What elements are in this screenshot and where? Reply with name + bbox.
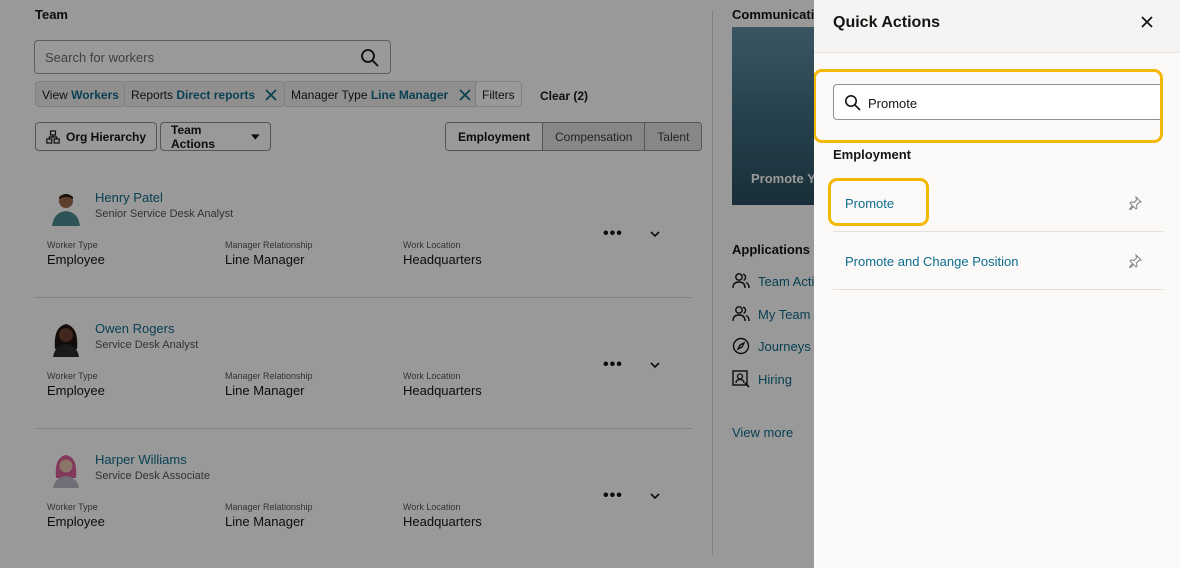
pin-icon[interactable]	[1128, 254, 1142, 268]
pin-icon[interactable]	[1128, 196, 1142, 210]
quick-actions-header: Quick Actions	[814, 0, 1180, 53]
quick-actions-title: Quick Actions	[833, 14, 940, 31]
promote-highlight-frame	[828, 178, 929, 226]
search-highlight-frame	[814, 69, 1163, 143]
close-icon[interactable]	[1140, 15, 1154, 29]
quick-action-label[interactable]: Promote and Change Position	[845, 254, 1018, 269]
quick-action-promote-and-change-position[interactable]: Promote and Change Position	[833, 232, 1163, 290]
group-label-employment: Employment	[833, 147, 912, 162]
modal-backdrop[interactable]	[0, 0, 814, 568]
quick-actions-panel: Quick Actions Employment Promote Promote…	[814, 0, 1180, 568]
